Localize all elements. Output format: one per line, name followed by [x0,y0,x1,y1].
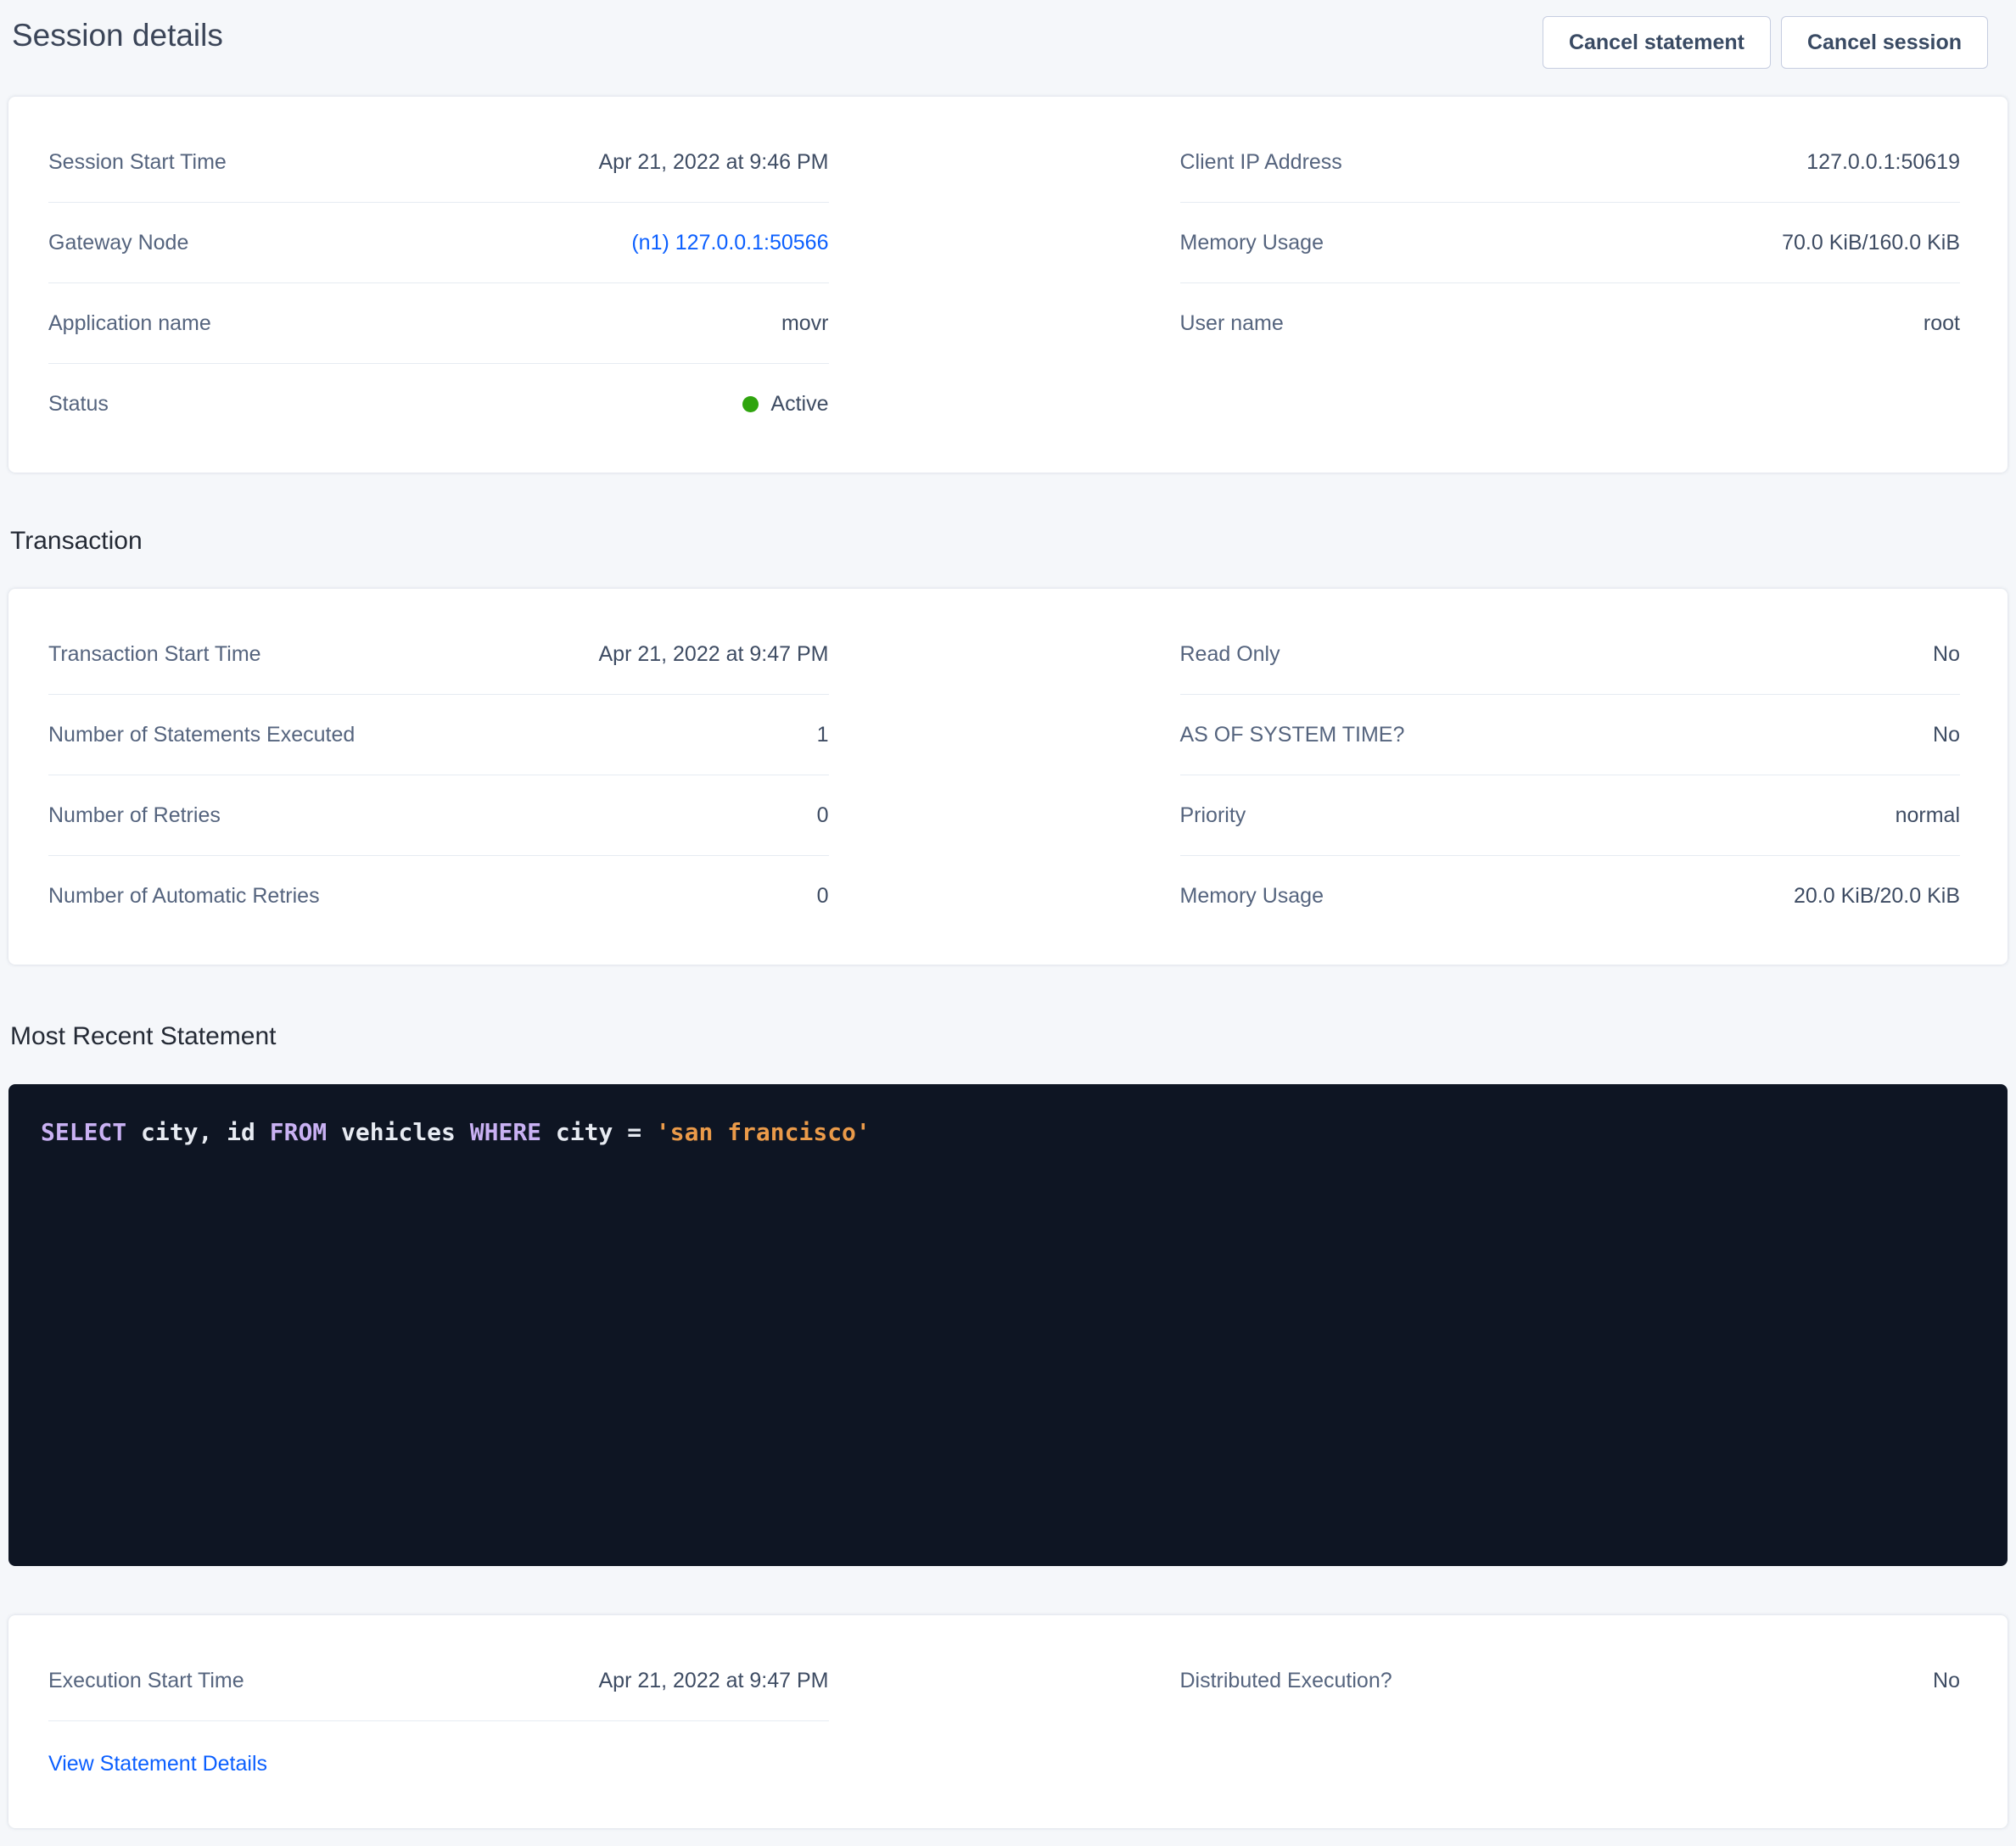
as-of-system-time-row: AS OF SYSTEM TIME? No [1180,695,1961,775]
gateway-node-label: Gateway Node [48,231,188,255]
user-name-label: User name [1180,311,1284,336]
view-statement-details-row: View Statement Details [48,1721,829,1806]
statements-executed-row: Number of Statements Executed 1 [48,695,829,775]
execution-start-time-value: Apr 21, 2022 at 9:47 PM [598,1669,828,1693]
session-start-time-value: Apr 21, 2022 at 9:46 PM [598,150,828,175]
execution-card-left-column: Execution Start Time Apr 21, 2022 at 9:47… [48,1641,829,1806]
gateway-node-value: (n1) 127.0.0.1:50566 [631,231,828,255]
session-card-left-column: Session Start Time Apr 21, 2022 at 9:46 P… [48,122,829,445]
sql-token-plain: city, id [126,1118,270,1146]
priority-label: Priority [1180,803,1246,828]
priority-value: normal [1896,803,1960,828]
as-of-system-time-label: AS OF SYSTEM TIME? [1180,723,1405,747]
session-card: Session Start Time Apr 21, 2022 at 9:46 P… [8,97,2008,473]
session-start-time-row: Session Start Time Apr 21, 2022 at 9:46 P… [48,122,829,203]
distributed-execution-row: Distributed Execution? No [1180,1641,1961,1721]
read-only-value: No [1933,642,1960,667]
priority-row: Priority normal [1180,775,1961,856]
cancel-session-button[interactable]: Cancel session [1781,16,1988,69]
sql-statement-text: SELECT city, id FROM vehicles WHERE city… [41,1115,1975,1150]
automatic-retries-label: Number of Automatic Retries [48,884,320,909]
retries-value: 0 [817,803,829,828]
application-name-value: movr [781,311,829,336]
sql-token-keyword: SELECT [41,1118,126,1146]
execution-card-right-column: Distributed Execution? No [1180,1641,1961,1806]
transaction-memory-usage-value: 20.0 KiB/20.0 KiB [1794,884,1960,909]
transaction-start-time-value: Apr 21, 2022 at 9:47 PM [598,642,828,667]
memory-usage-row: Memory Usage 70.0 KiB/160.0 KiB [1180,203,1961,283]
distributed-execution-value: No [1933,1669,1960,1693]
statements-executed-value: 1 [817,723,829,747]
status-value: Active [742,392,828,417]
automatic-retries-row: Number of Automatic Retries 0 [48,856,829,937]
active-status-icon [742,396,759,412]
page-title: Session details [12,12,223,59]
sql-token-string: 'san francisco' [656,1118,871,1146]
execution-card: Execution Start Time Apr 21, 2022 at 9:47… [8,1615,2008,1828]
page-header: Session details Cancel statement Cancel … [0,0,2016,69]
sql-code-block: SELECT city, id FROM vehicles WHERE city… [8,1084,2008,1566]
execution-start-time-label: Execution Start Time [48,1669,244,1693]
most-recent-statement-heading: Most Recent Statement [10,1019,2016,1054]
status-label: Status [48,392,109,417]
transaction-heading: Transaction [10,523,2016,559]
status-text: Active [770,392,828,417]
client-ip-address-label: Client IP Address [1180,150,1342,175]
cancel-statement-button[interactable]: Cancel statement [1543,16,1771,69]
transaction-start-time-row: Transaction Start Time Apr 21, 2022 at 9:… [48,614,829,695]
read-only-row: Read Only No [1180,614,1961,695]
client-ip-address-row: Client IP Address 127.0.0.1:50619 [1180,122,1961,203]
transaction-card: Transaction Start Time Apr 21, 2022 at 9:… [8,589,2008,965]
sql-token-keyword: WHERE [470,1118,541,1146]
application-name-label: Application name [48,311,211,336]
session-card-right-column: Client IP Address 127.0.0.1:50619 Memory U… [1180,122,1961,445]
sql-token-plain: vehicles [327,1118,470,1146]
view-statement-details-link[interactable]: View Statement Details [48,1752,267,1776]
statements-executed-label: Number of Statements Executed [48,723,355,747]
transaction-start-time-label: Transaction Start Time [48,642,261,667]
transaction-card-left-column: Transaction Start Time Apr 21, 2022 at 9:… [48,614,829,937]
header-actions: Cancel statement Cancel session [1543,16,1988,69]
application-name-row: Application name movr [48,283,829,364]
execution-start-time-row: Execution Start Time Apr 21, 2022 at 9:47… [48,1641,829,1721]
automatic-retries-value: 0 [817,884,829,909]
distributed-execution-label: Distributed Execution? [1180,1669,1392,1693]
memory-usage-label: Memory Usage [1180,231,1324,255]
memory-usage-value: 70.0 KiB/160.0 KiB [1782,231,1960,255]
user-name-value: root [1924,311,1960,336]
read-only-label: Read Only [1180,642,1280,667]
retries-label: Number of Retries [48,803,221,828]
sql-token-keyword: FROM [270,1118,327,1146]
gateway-node-link[interactable]: (n1) 127.0.0.1:50566 [631,231,828,255]
client-ip-address-value: 127.0.0.1:50619 [1806,150,1960,175]
user-name-row: User name root [1180,283,1961,364]
sql-token-plain: city = [541,1118,656,1146]
retries-row: Number of Retries 0 [48,775,829,856]
status-row: Status Active [48,364,829,445]
session-start-time-label: Session Start Time [48,150,227,175]
transaction-memory-usage-row: Memory Usage 20.0 KiB/20.0 KiB [1180,856,1961,937]
as-of-system-time-value: No [1933,723,1960,747]
gateway-node-row: Gateway Node (n1) 127.0.0.1:50566 [48,203,829,283]
transaction-memory-usage-label: Memory Usage [1180,884,1324,909]
transaction-card-right-column: Read Only No AS OF SYSTEM TIME? No Priority n… [1180,614,1961,937]
